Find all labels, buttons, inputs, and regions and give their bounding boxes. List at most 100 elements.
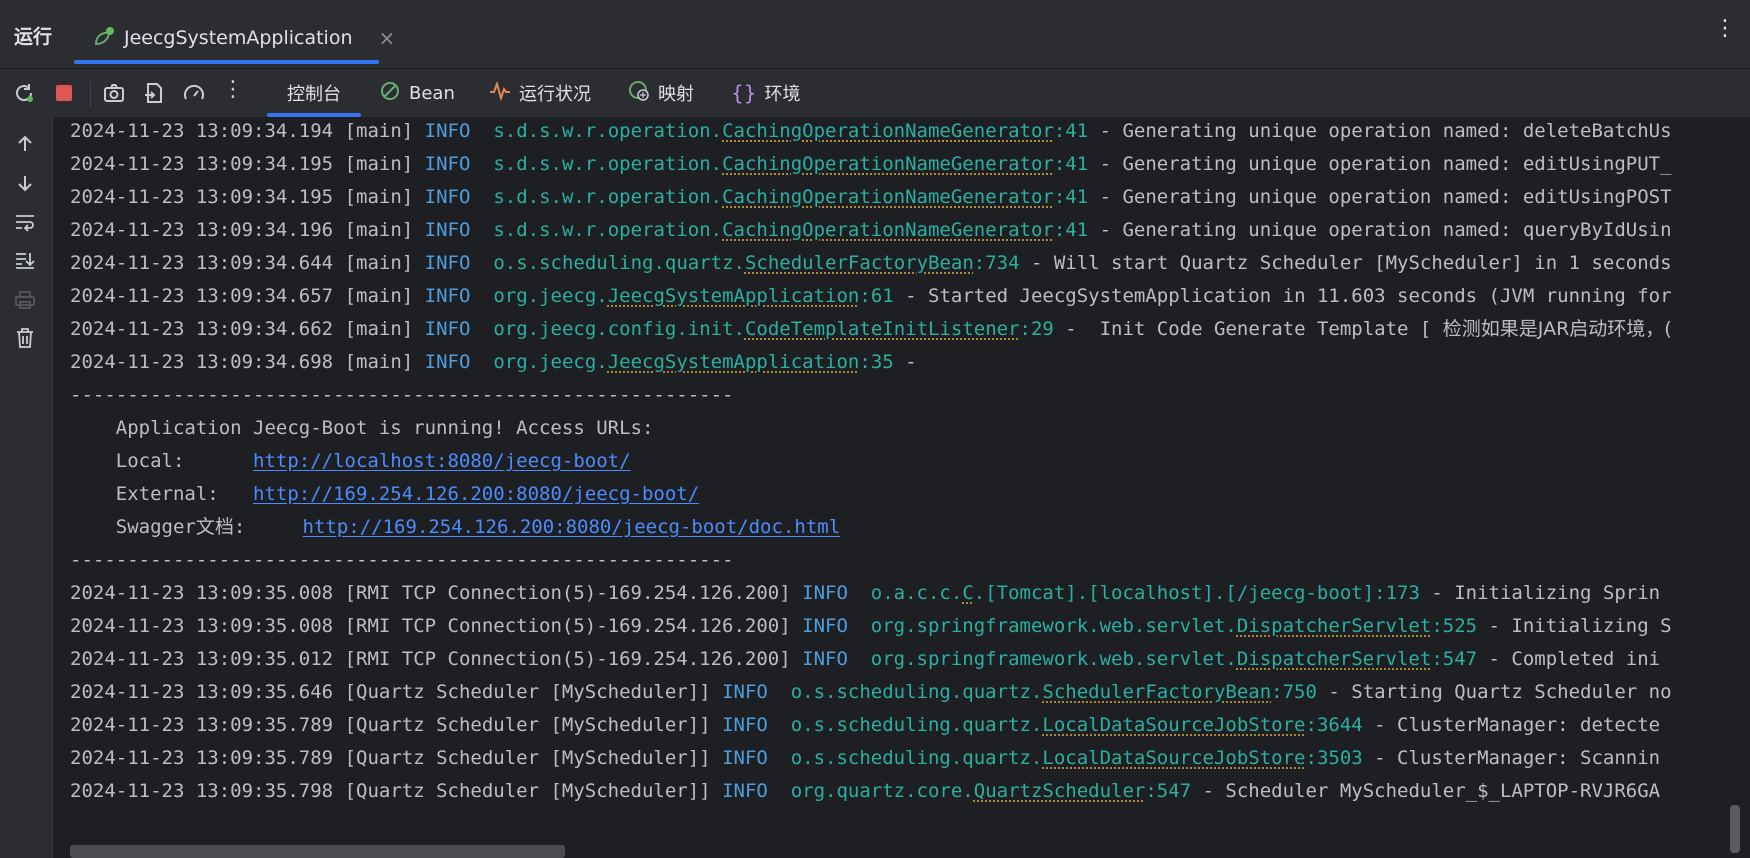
log-level: INFO [424, 186, 471, 208]
log-message: - Generating unique operation named: edi… [1088, 186, 1672, 208]
stop-icon[interactable] [50, 79, 78, 107]
tab-console-label: 控制台 [287, 84, 341, 105]
log-line-number: :525 [1431, 615, 1478, 637]
log-class-link[interactable]: DispatcherServlet [1237, 615, 1431, 637]
log-class-link[interactable]: LocalDataSourceJobStore [1042, 747, 1305, 769]
log-class-link[interactable]: CachingOperationNameGenerator [722, 153, 1054, 175]
log-package: s.d.s.w.r.operation. [493, 153, 723, 175]
log-level: INFO [722, 780, 768, 802]
log-class-link[interactable]: SchedulerFactoryBean [745, 252, 974, 274]
log-class-link[interactable]: QuartzScheduler [974, 780, 1146, 802]
log-timestamp: 2024-11-23 13:09:34.195 [70, 153, 334, 175]
log-thread: [main] [344, 120, 414, 142]
log-level: INFO [722, 714, 768, 736]
log-timestamp: 2024-11-23 13:09:34.657 [70, 285, 334, 307]
tab-mappings-label: 映射 [658, 84, 694, 105]
log-line-number: :41 [1053, 120, 1089, 142]
log-class-link[interactable]: SchedulerFactoryBean [1042, 681, 1271, 703]
run-config-tab[interactable]: JeecgSystemApplication × [74, 12, 395, 64]
log-package: org.springframework.web.servlet. [870, 615, 1237, 637]
scroll-to-end-icon[interactable] [12, 247, 38, 273]
log-timestamp: 2024-11-23 13:09:35.798 [70, 780, 334, 802]
log-message: - Started JeecgSystemApplication in 11.6… [893, 285, 1672, 307]
log-message: - ClusterManager: Scannin [1362, 747, 1661, 769]
log-thread: [RMI TCP Connection(5)-169.254.126.200] [344, 648, 791, 670]
export-icon[interactable] [140, 79, 168, 107]
tab-bean[interactable]: Bean [379, 69, 455, 117]
log-line: 2024-11-23 13:09:35.646 [Quartz Schedule… [70, 680, 1672, 704]
horizontal-scrollbar[interactable] [70, 845, 565, 858]
log-line-number: :3644 [1305, 714, 1363, 736]
log-timestamp: 2024-11-23 13:09:35.789 [70, 714, 334, 736]
log-class-link[interactable]: CachingOperationNameGenerator [722, 219, 1054, 241]
log-level: INFO [424, 120, 471, 142]
log-package: s.d.s.w.r.operation. [493, 219, 723, 241]
spring-app-icon [92, 26, 116, 50]
options-menu-icon[interactable]: ⋮ [1714, 18, 1736, 40]
arrow-up-icon[interactable] [12, 131, 38, 157]
tab-environment-label: 环境 [764, 84, 801, 105]
clear-all-trash-icon[interactable] [12, 325, 38, 351]
log-class-link[interactable]: CachingOperationNameGenerator [722, 186, 1054, 208]
log-timestamp: 2024-11-23 13:09:34.194 [70, 120, 334, 142]
log-line: 2024-11-23 13:09:35.008 [RMI TCP Connect… [70, 581, 1660, 605]
camera-icon[interactable] [100, 79, 128, 107]
tab-environment[interactable]: {} 环境 [731, 69, 800, 117]
log-class-link[interactable]: LocalDataSourceJobStore [1042, 714, 1305, 736]
log-line: 2024-11-23 13:09:34.196 [main] INFO s.d.… [70, 218, 1672, 242]
tab-health[interactable]: 运行状况 [489, 69, 591, 117]
log-level: INFO [424, 219, 471, 241]
vertical-scrollbar[interactable] [1730, 805, 1740, 853]
print-icon [12, 287, 38, 313]
log-level: INFO [424, 252, 471, 274]
tab-mappings[interactable]: 映射 [628, 69, 694, 117]
log-message: - Will start Quartz Scheduler [MySchedul… [1019, 252, 1672, 274]
log-message: - Initializing S [1477, 615, 1672, 637]
console-output[interactable]: 2024-11-23 13:09:34.194 [main] INFO s.d.… [53, 117, 1750, 858]
arrow-down-icon[interactable] [12, 170, 38, 196]
log-thread: [main] [344, 153, 414, 175]
log-message: - Generating unique operation named: que… [1088, 219, 1672, 241]
run-tab-label: JeecgSystemApplication [124, 27, 353, 49]
log-timestamp: 2024-11-23 13:09:34.662 [70, 318, 334, 340]
banner-local-label: Local: [70, 450, 254, 472]
log-level: INFO [802, 648, 848, 670]
run-toolbar: ⋮ 控制台 Bean 运行状况 映射 {} 环境 [0, 69, 1750, 117]
more-actions-icon[interactable]: ⋮ [222, 77, 244, 102]
log-class-link[interactable]: JeecgSystemApplication [608, 351, 860, 373]
log-class-link[interactable]: C [962, 582, 973, 604]
log-class-link[interactable]: DispatcherServlet [1237, 648, 1431, 670]
swagger-label-a: Swagger [70, 516, 196, 538]
tool-window-title: 运行 [14, 26, 53, 48]
log-package: o.s.scheduling.quartz. [493, 252, 745, 274]
banner-local: Local: http://localhost:8080/jeecg-boot/ [70, 449, 631, 473]
log-message-cjk: 检测如果是JAR启动环境，( [1442, 318, 1672, 340]
local-url-link[interactable]: http://localhost:8080/jeecg-boot/ [253, 450, 631, 472]
soft-wrap-icon[interactable] [12, 209, 38, 235]
log-thread: [Quartz Scheduler [MyScheduler]] [344, 681, 711, 703]
log-class-link[interactable]: CodeTemplateInitListener [745, 318, 1020, 340]
profiler-gauge-icon[interactable] [180, 79, 208, 107]
log-package: s.d.s.w.r.operation. [493, 186, 723, 208]
tab-console[interactable]: 控制台 [267, 69, 361, 117]
log-thread: [RMI TCP Connection(5)-169.254.126.200] [344, 582, 791, 604]
rerun-icon[interactable] [10, 79, 38, 107]
log-line: 2024-11-23 13:09:34.195 [main] INFO s.d.… [70, 185, 1672, 209]
close-icon[interactable]: × [379, 26, 396, 50]
health-icon [489, 80, 511, 107]
banner-running-text: Application Jeecg-Boot is running! Acces… [70, 417, 654, 439]
swagger-label-cjk: 文档 [195, 516, 234, 538]
swagger-url-link[interactable]: http://169.254.126.200:8080/jeecg-boot/d… [303, 516, 841, 538]
log-line: 2024-11-23 13:09:34.662 [main] INFO org.… [70, 317, 1672, 341]
log-thread: [main] [344, 318, 414, 340]
console-side-toolbar [0, 117, 53, 858]
log-package: o.a.c.c. [870, 582, 963, 604]
log-line-number: :547 [1145, 780, 1192, 802]
tab-health-label: 运行状况 [519, 84, 591, 105]
log-class-link[interactable]: JeecgSystemApplication [608, 285, 860, 307]
external-url-link[interactable]: http://169.254.126.200:8080/jeecg-boot/ [253, 483, 699, 505]
banner-rule: ----------------------------------------… [70, 549, 734, 571]
log-message: - [893, 351, 917, 373]
log-class-link[interactable]: CachingOperationNameGenerator [722, 120, 1054, 142]
log-timestamp: 2024-11-23 13:09:34.196 [70, 219, 334, 241]
